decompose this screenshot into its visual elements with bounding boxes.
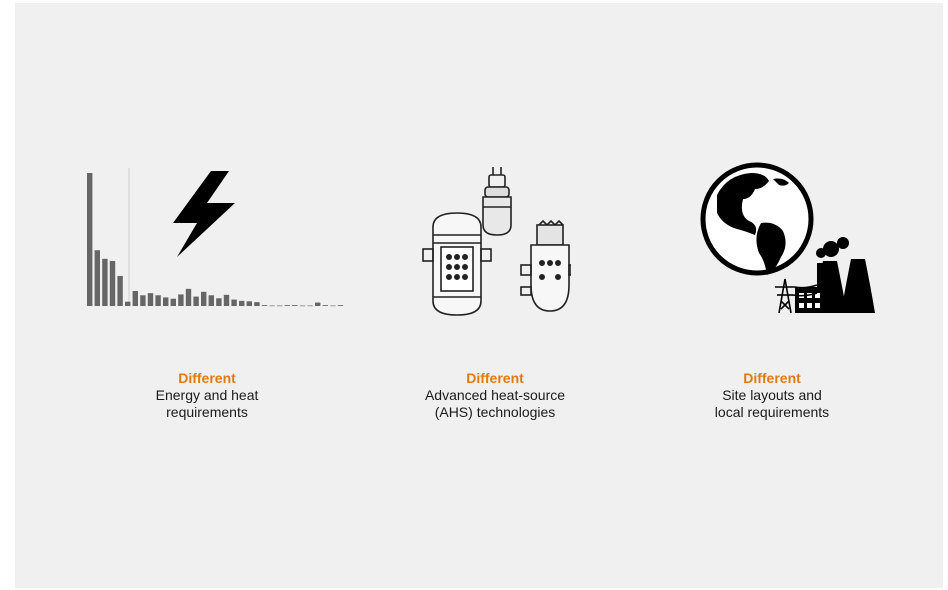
caption-highlight: Different — [466, 370, 524, 386]
chart-bar — [193, 296, 199, 306]
globe-and-power-plant-icon — [699, 161, 879, 321]
chart-bar — [155, 295, 161, 306]
chart-bar — [299, 305, 306, 307]
chart-bar — [254, 302, 260, 306]
chart-bar — [269, 305, 275, 307]
energy-bar-chart-with-lightning-icon — [83, 163, 358, 313]
slide-background: Different Energy and heat requirements D… — [15, 3, 943, 588]
chart-bar — [178, 294, 184, 306]
large-reactor-vessel-icon — [422, 212, 492, 316]
caption-line: Advanced heat-source — [424, 387, 566, 403]
chart-bar — [208, 295, 214, 306]
chart-bar — [261, 305, 268, 306]
chart-bar — [125, 301, 131, 306]
chart-bar — [170, 298, 176, 306]
chart-bar — [307, 305, 313, 307]
caption-highlight: Different — [743, 370, 801, 386]
chart-bar — [223, 294, 230, 306]
caption-line: Energy and heat — [155, 387, 259, 403]
globe-icon — [700, 162, 814, 276]
chart-bar — [239, 300, 245, 306]
small-reactor-vessel-icon — [482, 167, 512, 236]
lightning-bolt-icon — [173, 171, 235, 257]
chart-bar — [231, 299, 237, 306]
caption-ahs-technologies: Different Advanced heat-source (AHS) tec… — [385, 370, 605, 421]
chart-bar — [109, 260, 116, 306]
small-modular-reactor-icon — [520, 219, 572, 312]
chart-bar — [87, 173, 93, 306]
chart-bar — [337, 305, 344, 306]
chart-bar — [277, 305, 283, 307]
chart-bar — [117, 275, 123, 306]
chart-bar — [132, 290, 138, 306]
caption-site-layouts: Different Site layouts and local require… — [662, 370, 882, 421]
chart-bar — [102, 258, 108, 306]
chart-bar — [315, 302, 321, 306]
caption-line: Site layouts and — [722, 387, 822, 403]
caption-energy-heat: Different Energy and heat requirements — [97, 370, 317, 421]
chart-bar — [185, 288, 192, 306]
reactor-vessels-icon — [411, 165, 572, 317]
caption-line: requirements — [166, 404, 248, 420]
chart-bar — [284, 305, 290, 306]
chart-bar — [147, 293, 154, 306]
chart-bar — [216, 298, 222, 306]
chart-bar — [330, 305, 336, 307]
chart-bar — [140, 295, 146, 306]
chart-bar — [292, 305, 298, 306]
caption-line: local requirements — [714, 404, 830, 420]
caption-highlight: Different — [178, 370, 236, 386]
caption-line: (AHS) technologies — [434, 404, 556, 420]
chart-bar — [246, 301, 252, 306]
chart-bar — [94, 250, 100, 306]
chart-bar — [163, 297, 169, 306]
chart-bar — [322, 305, 328, 306]
chart-bar — [201, 291, 207, 306]
